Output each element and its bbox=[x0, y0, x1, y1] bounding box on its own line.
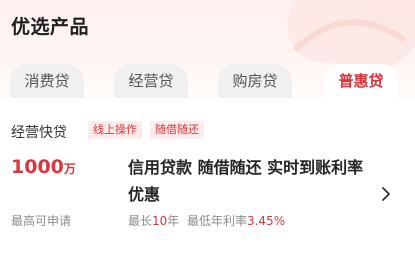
tab-inclusive-loan[interactable]: 普惠贷 bbox=[324, 64, 398, 98]
tab-consumer-loan[interactable]: 消费贷 bbox=[10, 64, 84, 98]
product-tabs: 消费贷 经营贷 购房贷 普惠贷 bbox=[10, 64, 406, 98]
term-prefix: 最长 bbox=[128, 214, 153, 228]
section-title: 优选产品 bbox=[11, 16, 90, 38]
max-amount: 1000万 bbox=[11, 156, 76, 178]
max-amount-unit: 万 bbox=[63, 162, 76, 176]
max-amount-value: 1000 bbox=[11, 156, 64, 178]
tag-online-operation: 线上操作 bbox=[88, 121, 142, 139]
term-value: 10 bbox=[152, 214, 168, 228]
max-amount-caption: 最高可申请 bbox=[11, 214, 72, 228]
loan-terms: 最长10年 最低年利率3.45% bbox=[128, 212, 285, 229]
product-name: 经营快贷 bbox=[11, 125, 67, 141]
rate-prefix: 最低年利率 bbox=[186, 214, 247, 228]
tag-flexible-repayment: 随借随还 bbox=[150, 121, 204, 139]
product-headline: 信用贷款 随借随还 实时到账利率优惠 bbox=[128, 158, 364, 204]
chevron-right-icon[interactable] bbox=[378, 184, 394, 204]
product-card: 优选产品 消费贷 经营贷 购房贷 普惠贷 经营快贷 线上操作 随借随还 1000… bbox=[0, 0, 415, 258]
term-unit: 年 bbox=[167, 214, 180, 228]
rate-value: 3.45% bbox=[246, 214, 286, 228]
tab-business-loan[interactable]: 经营贷 bbox=[114, 64, 188, 98]
tab-mortgage-loan[interactable]: 购房贷 bbox=[218, 64, 292, 98]
